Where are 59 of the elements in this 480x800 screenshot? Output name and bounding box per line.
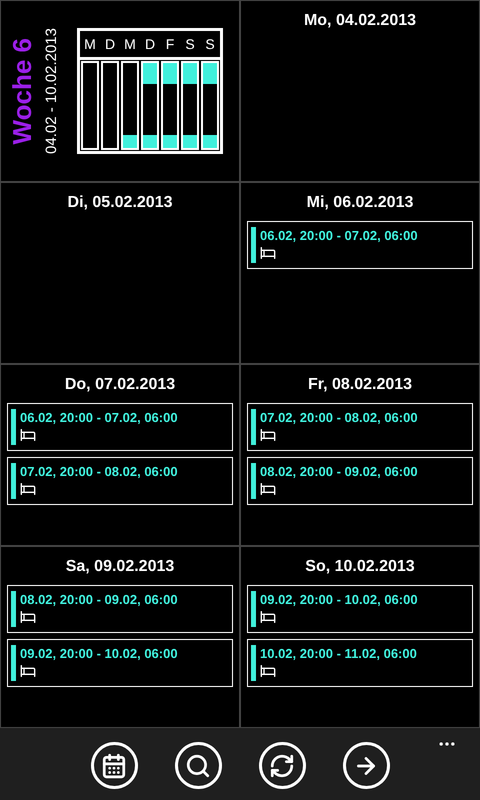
bed-icon <box>260 609 276 625</box>
day-title: So, 10.02.2013 <box>305 557 415 577</box>
next-button[interactable] <box>342 742 390 789</box>
entry-time: 08.02, 20:00 - 09.02, 06:00 <box>260 463 418 481</box>
entry-bar <box>251 591 256 627</box>
bed-icon <box>260 427 276 443</box>
sleep-entry[interactable]: 09.02, 20:00 - 10.02, 06:00 <box>7 639 233 687</box>
entry-time: 09.02, 20:00 - 10.02, 06:00 <box>260 591 418 609</box>
entry-time: 06.02, 20:00 - 07.02, 06:00 <box>20 409 178 427</box>
sleep-entry[interactable]: 08.02, 20:00 - 09.02, 06:00 <box>7 585 233 633</box>
bed-icon <box>20 481 36 497</box>
weekday-label: M <box>83 35 97 54</box>
weekday-label: D <box>144 35 156 54</box>
entry-bar <box>11 645 16 681</box>
day-title: Sa, 09.02.2013 <box>66 557 174 577</box>
calendar-button[interactable] <box>90 742 138 789</box>
bed-icon <box>20 609 36 625</box>
sync-icon <box>269 752 295 778</box>
entry-time: 08.02, 20:00 - 09.02, 06:00 <box>20 591 178 609</box>
entry-time: 06.02, 20:00 - 07.02, 06:00 <box>260 227 418 245</box>
entry-bar <box>251 463 256 499</box>
entry-time: 10.02, 20:00 - 11.02, 06:00 <box>260 645 417 663</box>
weekday-label: S <box>204 35 216 54</box>
bed-icon <box>20 427 36 443</box>
weekday-label: M <box>123 35 137 54</box>
weekday-label: F <box>164 35 176 54</box>
entry-time: 09.02, 20:00 - 10.02, 06:00 <box>20 645 178 663</box>
week-range: 04.02 - 10.02.2013 <box>43 28 61 154</box>
weekday-label: S <box>184 35 196 54</box>
sync-button[interactable] <box>258 742 306 789</box>
entry-time: 07.02, 20:00 - 08.02, 06:00 <box>20 463 178 481</box>
bed-icon <box>20 663 36 679</box>
sleep-entry[interactable]: 06.02, 20:00 - 07.02, 06:00 <box>247 221 473 269</box>
day-title: Fr, 08.02.2013 <box>308 375 412 395</box>
day-title: Di, 05.02.2013 <box>68 193 172 213</box>
weekday-label: D <box>104 35 116 54</box>
sleep-entry[interactable]: 10.02, 20:00 - 11.02, 06:00 <box>247 639 473 687</box>
entry-bar <box>11 409 16 445</box>
sleep-entry[interactable]: 09.02, 20:00 - 10.02, 06:00 <box>247 585 473 633</box>
sleep-entry[interactable]: 07.02, 20:00 - 08.02, 06:00 <box>247 403 473 451</box>
entry-bar <box>11 591 16 627</box>
sleep-entry[interactable]: 06.02, 20:00 - 07.02, 06:00 <box>7 403 233 451</box>
search-icon <box>185 752 211 778</box>
search-button[interactable] <box>174 742 222 789</box>
entry-bar <box>251 227 256 263</box>
calendar-icon <box>101 752 127 778</box>
week-title: Woche 6 <box>7 38 37 144</box>
day-title: Mi, 06.02.2013 <box>306 193 414 213</box>
bed-icon <box>260 245 276 261</box>
day-title: Do, 07.02.2013 <box>64 375 176 395</box>
entry-bar <box>251 409 256 445</box>
bed-icon <box>260 663 276 679</box>
day-title: Mo, 04.02.2013 <box>304 11 416 31</box>
entry-time: 07.02, 20:00 - 08.02, 06:00 <box>260 409 418 427</box>
entry-bar <box>251 645 256 681</box>
sleep-entry[interactable]: 07.02, 20:00 - 08.02, 06:00 <box>7 457 233 505</box>
entry-bar <box>11 463 16 499</box>
sleep-entry[interactable]: 08.02, 20:00 - 09.02, 06:00 <box>247 457 473 505</box>
bed-icon <box>260 481 276 497</box>
